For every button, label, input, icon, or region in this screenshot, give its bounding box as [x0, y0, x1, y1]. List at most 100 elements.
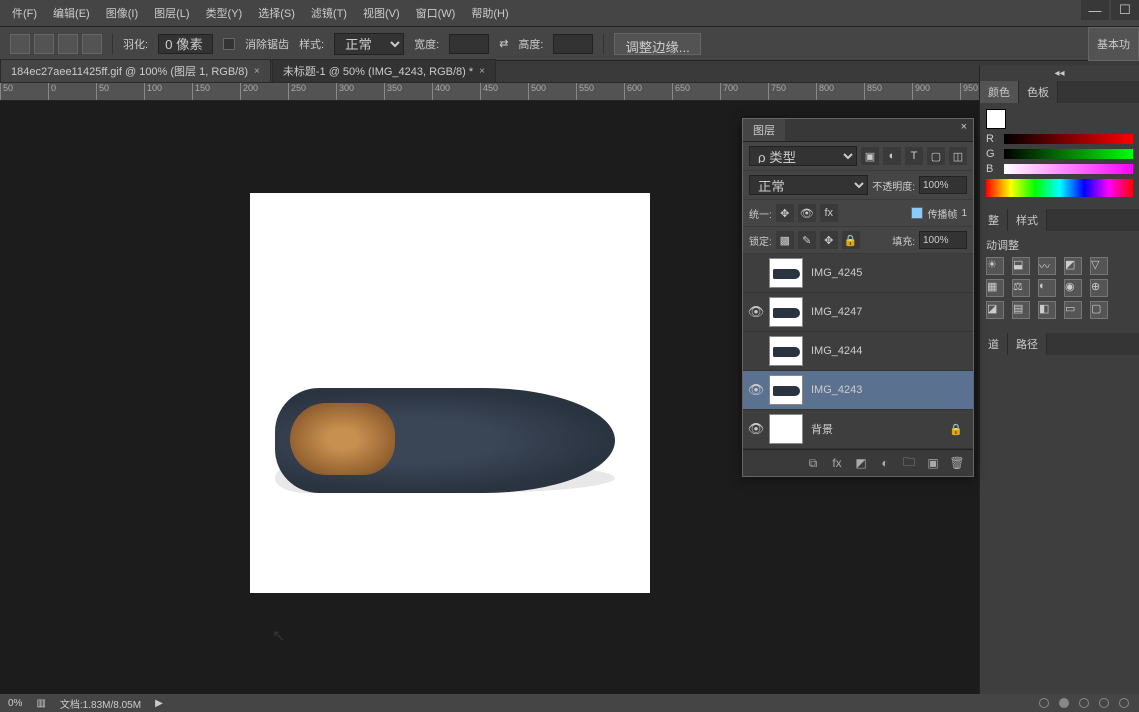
filter-adjust-icon[interactable]: ◐ [883, 147, 901, 165]
menu-view[interactable]: 视图(V) [355, 5, 408, 21]
lock-transparency-icon[interactable]: ▩ [776, 231, 794, 249]
menu-file[interactable]: 件(F) [4, 5, 45, 21]
r-slider[interactable] [1004, 134, 1133, 144]
maximize-button[interactable]: ☐ [1111, 0, 1139, 20]
hue-icon[interactable]: ▦ [986, 279, 1004, 297]
swap-icon[interactable]: ⇄ [499, 37, 508, 50]
document-canvas[interactable] [250, 193, 650, 593]
selection-add-icon[interactable] [34, 34, 54, 54]
layer-style-icon[interactable]: fx [829, 455, 845, 471]
layer-item[interactable]: 👁IMG_4247 [743, 293, 973, 332]
layer-thumbnail[interactable] [769, 375, 803, 405]
paths-tab[interactable]: 路径 [1008, 333, 1047, 355]
visibility-toggle[interactable]: 👁 [743, 421, 769, 437]
spectrum-slider[interactable] [986, 179, 1133, 197]
layer-mask-icon[interactable]: ◩ [853, 455, 869, 471]
channels-tab[interactable]: 道 [980, 333, 1008, 355]
unify-style-icon[interactable]: fx [820, 204, 838, 222]
style-select[interactable]: 正常 [334, 33, 404, 55]
layer-item[interactable]: IMG_4244 [743, 332, 973, 371]
filter-image-icon[interactable]: ▣ [861, 147, 879, 165]
unify-visibility-icon[interactable]: 👁 [798, 204, 816, 222]
menu-layer[interactable]: 图层(L) [146, 5, 197, 21]
minimize-button[interactable]: — [1081, 0, 1109, 20]
document-tab-2[interactable]: 未标题-1 @ 50% (IMG_4243, RGB/8) * × [272, 59, 496, 82]
color-tab[interactable]: 颜色 [980, 81, 1019, 103]
menu-edit[interactable]: 编辑(E) [45, 5, 98, 21]
foreground-swatch[interactable] [986, 109, 1006, 129]
layer-thumbnail[interactable] [769, 336, 803, 366]
basic-functions-button[interactable]: 基本功 [1088, 27, 1139, 61]
layer-item[interactable]: IMG_4245 [743, 254, 973, 293]
layers-tab[interactable]: 图层 [743, 119, 785, 141]
adjust-tab-extra[interactable]: 整 [980, 209, 1008, 231]
antialias-label: 消除锯齿 [245, 36, 289, 52]
menu-image[interactable]: 图像(I) [98, 5, 146, 21]
unify-position-icon[interactable]: ✥ [776, 204, 794, 222]
feather-input[interactable] [158, 34, 213, 54]
menu-select[interactable]: 选择(S) [250, 5, 303, 21]
layer-thumbnail[interactable] [769, 297, 803, 327]
layer-filter-select[interactable]: ρ 类型 [749, 146, 857, 166]
mixer-icon[interactable]: ⊕ [1090, 279, 1108, 297]
lock-all-icon[interactable]: 🔒 [842, 231, 860, 249]
filter-type-icon[interactable]: T [905, 147, 923, 165]
b-slider[interactable] [1004, 164, 1133, 174]
balance-icon[interactable]: ⚖ [1012, 279, 1030, 297]
posterize-icon[interactable]: ▤ [1012, 301, 1030, 319]
link-layers-icon[interactable]: ⧉ [805, 455, 821, 471]
gradient-map-icon[interactable]: ▭ [1064, 301, 1082, 319]
vibrance-icon[interactable]: ▽ [1090, 257, 1108, 275]
visibility-toggle[interactable]: 👁 [743, 382, 769, 398]
curves-icon[interactable]: 〰 [1038, 257, 1056, 275]
selection-intersect-icon[interactable] [82, 34, 102, 54]
layer-thumbnail[interactable] [769, 258, 803, 288]
layer-item[interactable]: 👁IMG_4243 [743, 371, 973, 410]
bw-icon[interactable]: ◐ [1038, 279, 1056, 297]
height-input[interactable] [553, 34, 593, 54]
menu-window[interactable]: 窗口(W) [408, 5, 464, 21]
visibility-toggle[interactable]: 👁 [743, 304, 769, 320]
levels-icon[interactable]: ⬓ [1012, 257, 1030, 275]
filter-smart-icon[interactable]: ◫ [949, 147, 967, 165]
panel-close-icon[interactable]: × [955, 119, 973, 141]
collapse-icon[interactable]: ◂◂ [980, 66, 1139, 81]
propagate-checkbox[interactable] [911, 207, 923, 219]
close-icon[interactable]: × [479, 66, 485, 77]
threshold-icon[interactable]: ◧ [1038, 301, 1056, 319]
delete-layer-icon[interactable]: 🗑 [949, 455, 965, 471]
antialias-checkbox[interactable] [223, 38, 235, 50]
photo-filter-icon[interactable]: ◉ [1064, 279, 1082, 297]
close-icon[interactable]: × [254, 66, 260, 77]
selection-subtract-icon[interactable] [58, 34, 78, 54]
menu-help[interactable]: 帮助(H) [463, 5, 516, 21]
blend-mode-select[interactable]: 正常 [749, 175, 868, 195]
width-input[interactable] [449, 34, 489, 54]
group-icon[interactable]: 🗀 [901, 455, 917, 471]
layer-item[interactable]: 👁背景🔒 [743, 410, 973, 449]
invert-icon[interactable]: ◪ [986, 301, 1004, 319]
refine-edge-button[interactable]: 调整边缘... [614, 33, 700, 55]
adjustment-layer-icon[interactable]: ◐ [877, 455, 893, 471]
fill-input[interactable] [919, 231, 967, 249]
menu-filter[interactable]: 滤镜(T) [303, 5, 355, 21]
menu-type[interactable]: 类型(Y) [198, 5, 251, 21]
new-layer-icon[interactable]: ▣ [925, 455, 941, 471]
exposure-icon[interactable]: ◩ [1064, 257, 1082, 275]
scroll-arrow-icon[interactable]: ▶ [155, 698, 163, 709]
document-tab-1[interactable]: 184ec27aee11425ff.gif @ 100% (图层 1, RGB/… [0, 59, 271, 82]
opacity-input[interactable] [919, 176, 967, 194]
filter-shape-icon[interactable]: ▢ [927, 147, 945, 165]
ruler-horizontal: 5005010015020025030035040045050055060065… [0, 83, 1139, 101]
layer-thumbnail[interactable] [769, 414, 803, 444]
g-slider[interactable] [1004, 149, 1133, 159]
selective-icon[interactable]: ▢ [1090, 301, 1108, 319]
swatches-tab[interactable]: 色板 [1019, 81, 1058, 103]
selection-new-icon[interactable] [10, 34, 30, 54]
status-icon[interactable]: ▥ [36, 698, 45, 709]
lock-image-icon[interactable]: ✎ [798, 231, 816, 249]
zoom-level[interactable]: 0% [8, 698, 22, 709]
styles-tab[interactable]: 样式 [1008, 209, 1047, 231]
lock-position-icon[interactable]: ✥ [820, 231, 838, 249]
brightness-icon[interactable]: ☀ [986, 257, 1004, 275]
